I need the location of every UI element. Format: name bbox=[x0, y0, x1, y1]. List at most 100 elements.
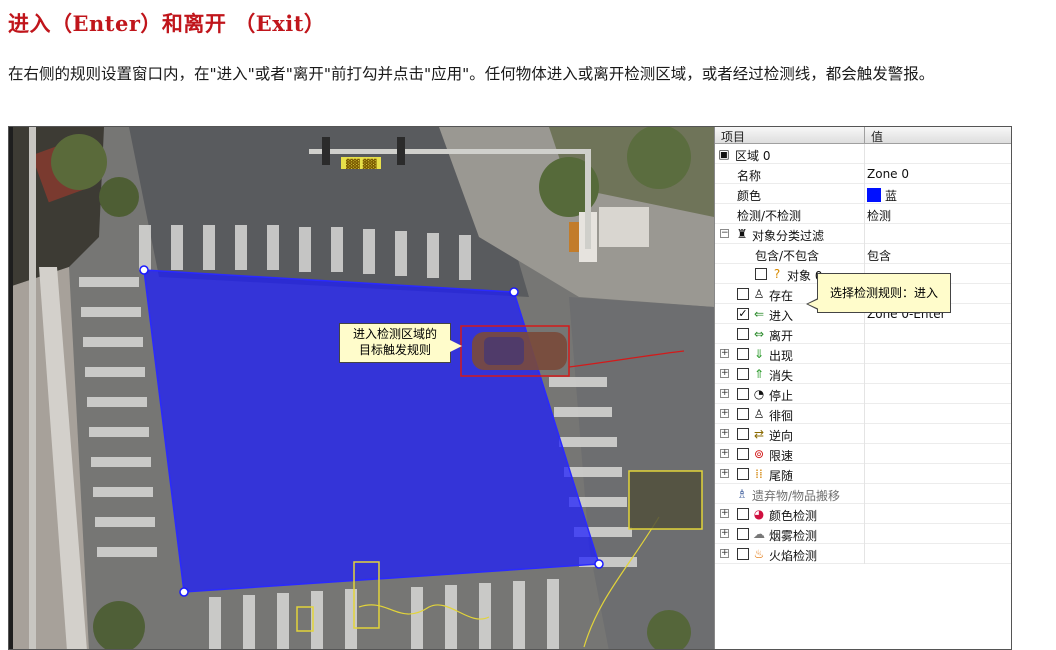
callout-line: 进入检测区域的 bbox=[352, 327, 437, 341]
rule-tooltip: 选择检测规则：进入 bbox=[806, 273, 951, 313]
row-label: 烟雾检测 bbox=[769, 529, 818, 543]
callout-line: 目标触发规则 bbox=[358, 343, 431, 357]
description: 在右侧的规则设置窗口内，在"进入"或者"离开"前打勾并点击"应用"。任何物体进入… bbox=[8, 65, 935, 83]
video-callout: 进入检测区域的 目标触发规则 bbox=[339, 323, 462, 363]
expand-toggle[interactable]: + bbox=[720, 529, 729, 538]
zone-handle[interactable] bbox=[179, 587, 189, 597]
row-label: 停止 bbox=[769, 389, 794, 403]
checkbox[interactable] bbox=[737, 428, 749, 440]
checkbox[interactable] bbox=[737, 368, 749, 380]
tree-row-disappear[interactable]: + ⇑ 消失 bbox=[715, 364, 1011, 384]
tree-row-reverse[interactable]: + ⇄ 逆向 bbox=[715, 424, 1011, 444]
camera-scene: ▓▓ ▓▓ bbox=[9, 127, 714, 649]
zone-handle[interactable] bbox=[139, 265, 149, 275]
checkbox[interactable] bbox=[737, 328, 749, 340]
loiter-icon: ♙ bbox=[753, 407, 765, 421]
row-label: 颜色检测 bbox=[769, 509, 818, 523]
row-value[interactable]: 蓝 bbox=[867, 187, 897, 204]
checkbox[interactable] bbox=[737, 388, 749, 400]
rule-settings-panel: 项目 值 ▣ 区域 0 名称 Zone 0 颜色 蓝 检测/不检测 检测 − ♜… bbox=[714, 127, 1011, 649]
row-label: 消失 bbox=[769, 369, 794, 383]
expand-toggle[interactable]: + bbox=[720, 549, 729, 558]
disappear-icon: ⇑ bbox=[753, 367, 765, 381]
tree-row-stop[interactable]: + ◔ 停止 bbox=[715, 384, 1011, 404]
color-name: 蓝 bbox=[885, 189, 898, 203]
expand-toggle[interactable]: + bbox=[720, 349, 729, 358]
zone-icon: ▣ bbox=[718, 147, 730, 161]
video-view[interactable]: ▓▓ ▓▓ 进入检测区域的 目标触发规则 bbox=[9, 127, 714, 649]
row-label: 进入 bbox=[769, 309, 794, 323]
appear-icon: ⇓ bbox=[753, 347, 765, 361]
checkbox[interactable] bbox=[737, 348, 749, 360]
row-value[interactable]: 检测 bbox=[867, 207, 891, 224]
tree-row-object-filter[interactable]: − ♜ 对象分类过滤 bbox=[715, 224, 1011, 244]
row-label: 名称 bbox=[737, 169, 762, 183]
row-label: 逆向 bbox=[769, 429, 794, 443]
tailgate-icon: ⁞⁞ bbox=[755, 467, 763, 481]
row-label: 火焰检测 bbox=[769, 549, 818, 563]
reverse-icon: ⇄ bbox=[753, 427, 765, 441]
exit-icon: ⇔ bbox=[753, 327, 765, 341]
fire-icon: ♨ bbox=[753, 547, 765, 561]
row-label: 对象分类过滤 bbox=[752, 229, 825, 243]
expand-toggle[interactable]: + bbox=[720, 389, 729, 398]
row-label: 尾随 bbox=[769, 469, 794, 483]
row-label: 包含/不包含 bbox=[755, 249, 820, 263]
tree-row-speed-limit[interactable]: + ⊚ 限速 bbox=[715, 444, 1011, 464]
tree-row-fire[interactable]: + ♨ 火焰检测 bbox=[715, 544, 1011, 564]
row-label: 存在 bbox=[769, 289, 794, 303]
row-label: 颜色 bbox=[737, 189, 762, 203]
property-tree: ▣ 区域 0 名称 Zone 0 颜色 蓝 检测/不检测 检测 − ♜ 对象分类… bbox=[715, 144, 1011, 564]
tree-row-appear[interactable]: + ⇓ 出现 bbox=[715, 344, 1011, 364]
tree-row-loiter[interactable]: + ♙ 徘徊 bbox=[715, 404, 1011, 424]
tree-row-zone[interactable]: ▣ 区域 0 bbox=[715, 144, 1011, 164]
tree-row-color[interactable]: 颜色 蓝 bbox=[715, 184, 1011, 204]
tree-row-detect[interactable]: 检测/不检测 检测 bbox=[715, 204, 1011, 224]
column-value-header[interactable]: 值 bbox=[871, 128, 883, 145]
abandoned-icon: ♗ bbox=[736, 487, 748, 501]
row-label: 徘徊 bbox=[769, 409, 794, 423]
checkbox[interactable] bbox=[737, 528, 749, 540]
tree-row-exit[interactable]: ⇔ 离开 bbox=[715, 324, 1011, 344]
question-icon: ? bbox=[773, 267, 781, 281]
checkbox[interactable] bbox=[737, 448, 749, 460]
tree-row-include[interactable]: 包含/不包含 包含 bbox=[715, 244, 1011, 264]
person-icon: ♙ bbox=[753, 287, 765, 301]
row-value[interactable]: 包含 bbox=[867, 247, 891, 264]
panel-header: 项目 值 bbox=[715, 127, 1011, 145]
collapse-toggle[interactable]: − bbox=[720, 229, 729, 238]
checkbox[interactable] bbox=[737, 508, 749, 520]
tree-row-smoke[interactable]: + ☁ 烟雾检测 bbox=[715, 524, 1011, 544]
smoke-icon: ☁ bbox=[753, 527, 765, 541]
enter-icon: ⇐ bbox=[753, 307, 765, 321]
checkbox[interactable] bbox=[737, 468, 749, 480]
color-swatch bbox=[867, 188, 881, 202]
filter-icon: ♜ bbox=[736, 227, 748, 241]
expand-toggle[interactable]: + bbox=[720, 369, 729, 378]
expand-toggle[interactable]: + bbox=[720, 509, 729, 518]
stop-icon: ◔ bbox=[753, 387, 765, 401]
page-title: 进入（Enter）和离开 （Exit） bbox=[8, 11, 326, 36]
expand-toggle[interactable]: + bbox=[720, 469, 729, 478]
tree-row-abandoned[interactable]: ♗ 遗弃物/物品搬移 bbox=[715, 484, 1011, 504]
tree-row-tailgate[interactable]: + ⁞⁞ 尾随 bbox=[715, 464, 1011, 484]
checkbox[interactable] bbox=[737, 548, 749, 560]
tree-row-color-detect[interactable]: + ◕ 颜色检测 bbox=[715, 504, 1011, 524]
checkbox-checked[interactable]: ✓ bbox=[737, 308, 749, 320]
zone-handle[interactable] bbox=[509, 287, 519, 297]
expand-toggle[interactable]: + bbox=[720, 429, 729, 438]
row-label: 遗弃物/物品搬移 bbox=[752, 489, 841, 503]
zone-handle[interactable] bbox=[594, 559, 604, 569]
street-sign-text: ▓▓ ▓▓ bbox=[346, 158, 377, 170]
checkbox[interactable] bbox=[755, 268, 767, 280]
row-label: 离开 bbox=[769, 329, 794, 343]
row-label: 出现 bbox=[769, 349, 794, 363]
tree-row-name[interactable]: 名称 Zone 0 bbox=[715, 164, 1011, 184]
expand-toggle[interactable]: + bbox=[720, 449, 729, 458]
expand-toggle[interactable]: + bbox=[720, 409, 729, 418]
screenshot-frame: ▓▓ ▓▓ 进入检测区域的 目标触发规则 项目 值 ▣ 区域 0 名称 Zone… bbox=[8, 126, 1012, 650]
column-item-header[interactable]: 项目 bbox=[721, 128, 745, 145]
checkbox[interactable] bbox=[737, 408, 749, 420]
row-value[interactable]: Zone 0 bbox=[867, 167, 909, 181]
checkbox[interactable] bbox=[737, 288, 749, 300]
